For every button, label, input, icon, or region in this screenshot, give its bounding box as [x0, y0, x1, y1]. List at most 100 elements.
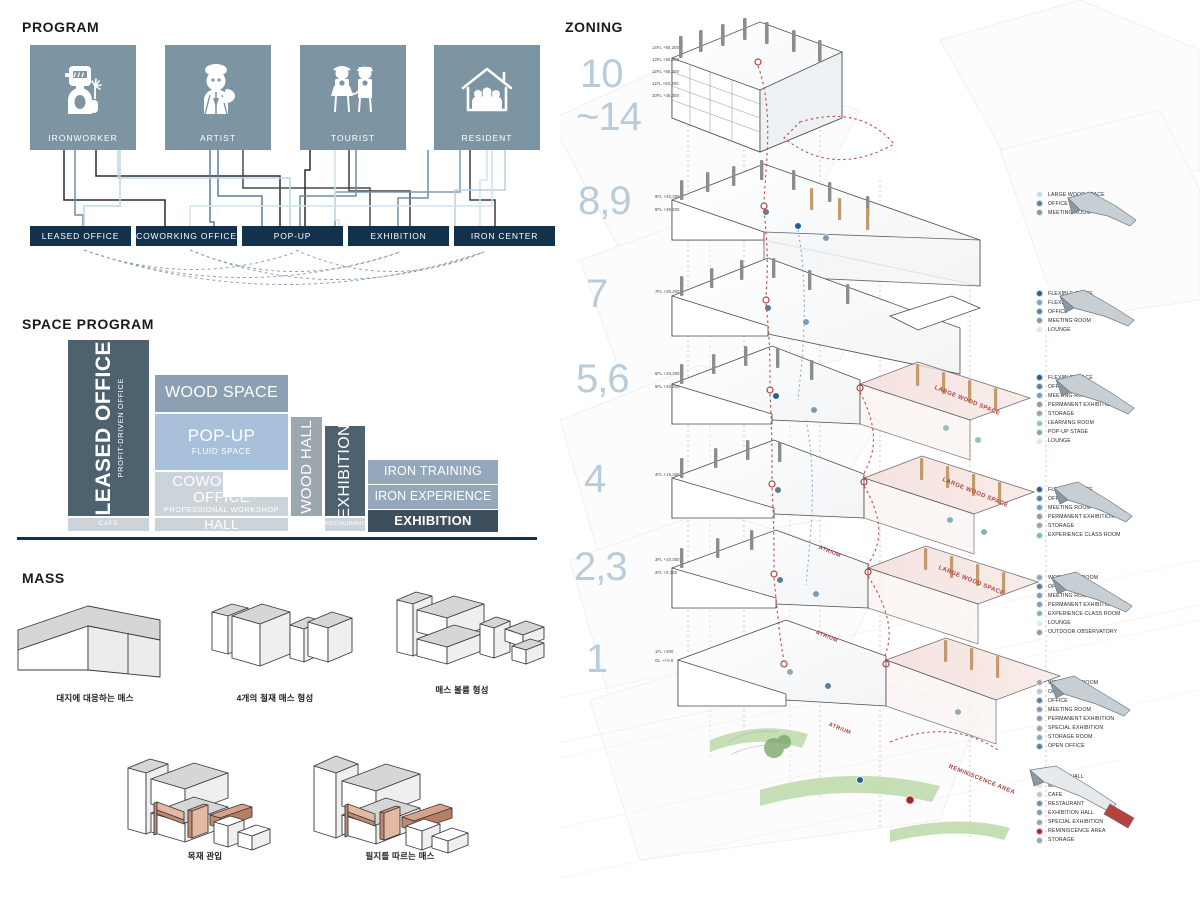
program-box-leased-office[interactable]: LEASED OFFICE [30, 226, 131, 246]
legend-color-dot-icon [1036, 791, 1043, 799]
zoning-legend-group-3: FLEXIBLE SPACE OFFICE MEETING ROOM PERMANEN… [1036, 373, 1114, 446]
legend-item[interactable]: PERMANENT EXHIBITION [1036, 400, 1114, 409]
legend-item[interactable]: STORAGE ROOM [1036, 733, 1114, 742]
legend-item[interactable]: OPEN STUDIO [1036, 687, 1114, 696]
legend-color-dot-icon [1036, 428, 1043, 436]
legend-item[interactable]: LOUNGE [1036, 437, 1114, 446]
zoning-legend-group-4: FLEXIBLE SPACE OFFICE MEETING ROOM PERMANEN… [1036, 485, 1121, 540]
legend-color-dot-icon [1036, 619, 1043, 627]
legend-item[interactable]: STORAGE [1036, 521, 1121, 530]
legend-item[interactable]: EXHIBITION HALL [1036, 808, 1106, 817]
mass-step-4-caption: 목재 관입 [187, 851, 223, 861]
level-tag: 7FL +30,300 [655, 289, 680, 294]
legend-label: LARGE WOOD SPACE [1048, 191, 1105, 198]
legend-color-dot-icon [1036, 697, 1043, 705]
legend-item[interactable]: OPEN OFFICE [1036, 742, 1114, 751]
level-tag: 11FL +50,300 [652, 81, 679, 86]
legend-item[interactable]: PERMANENT EXHIBITION [1036, 714, 1114, 723]
mass-diagram-grid: 대지에 대응하는 매스 4개의 철재 매스 형성 매스 볼륨 형성 목재 관입 … [0, 580, 560, 880]
legend-item[interactable]: WORKSHOP ROOM [1036, 573, 1121, 582]
program-box-iron-center[interactable]: IRON CENTER [454, 226, 555, 246]
legend-item[interactable]: OFFICE [1036, 696, 1114, 705]
sp-label-main: WOOD HALL [297, 419, 315, 514]
legend-item[interactable]: OFFICE [1036, 382, 1114, 391]
sp-label-main: CAFE [98, 520, 119, 528]
space-program-chart: LEASED OFFICE PROFIT-DRIVEN OFFICE WOOD … [0, 338, 560, 543]
mass-step-4-illustration [127, 758, 271, 851]
legend-item[interactable]: STORAGE [1036, 836, 1106, 845]
legend-item[interactable]: PERMANENT EXHIBITION [1036, 512, 1121, 521]
legend-item[interactable]: OFFICE [1036, 307, 1099, 316]
program-box-pop-up[interactable]: POP-UP [242, 226, 343, 246]
floor-number: 1 [586, 637, 608, 681]
legend-label: EXPERIENCE CLASS ROOM [1048, 532, 1121, 539]
legend-item[interactable]: MEETING ROOM [1036, 316, 1099, 325]
legend-item[interactable]: REMINISCENCE AREA [1036, 827, 1106, 836]
legend-color-dot-icon [1036, 800, 1043, 808]
mass-step-3-caption: 매스 볼륨 형성 [435, 685, 489, 695]
level-tag: 13FL +60,300 [652, 57, 680, 62]
legend-item[interactable]: EXPERIENCE CLASS ROOM [1036, 609, 1121, 618]
legend-label: EXHIBITION HALL [1048, 809, 1095, 816]
legend-item[interactable]: SPECIAL EXHIBITION [1036, 723, 1114, 732]
legend-item[interactable]: WORKSHOP ROOM [1036, 678, 1114, 687]
legend-label: LEARNING ROOM [1048, 420, 1095, 427]
sp-block-exhibition: EXHIBITION [325, 424, 365, 518]
mass-step-2: 4개의 철재 매스 형성 [190, 592, 360, 703]
legend-color-dot-icon [1036, 531, 1043, 539]
legend-item[interactable]: LEARNING ROOM [1036, 418, 1114, 427]
sp-label-main: LEASED OFFICE [91, 340, 115, 516]
program-box-exhibition[interactable]: EXHIBITION [348, 226, 449, 246]
program-box-coworking-office[interactable]: COWORKING OFFICE [136, 226, 237, 246]
legend-color-dot-icon [1036, 782, 1043, 790]
legend-label: OFFICE [1048, 583, 1068, 590]
legend-item[interactable]: OUTDOOR OBSERVATORY [1036, 628, 1121, 637]
legend-item[interactable]: FLEXIBLE SPACE [1036, 289, 1099, 298]
level-tag: 12FL +55,300 [652, 69, 680, 74]
legend-item[interactable]: RESTAURANT [1036, 799, 1106, 808]
sp-label-main: HALL [204, 516, 239, 532]
sp-label-main: RESTAURANT [325, 520, 365, 527]
sp-label-main: IRON EXPERIENCE [374, 489, 492, 504]
sp-block-pop-up: POP-UP FLUID SPACE [155, 414, 288, 470]
legend-item[interactable]: LOUNGE [1036, 618, 1121, 627]
legend-item[interactable]: SPECIAL EXHIBITION [1036, 817, 1106, 826]
legend-label: LOUNGE [1048, 438, 1071, 445]
level-tag: 9FL +40,300 [655, 194, 680, 199]
legend-item[interactable]: FLEXIBLE MADANG [1036, 298, 1099, 307]
legend-item[interactable]: MEETING ROOM [1036, 391, 1114, 400]
mass-step-1-illustration [17, 605, 161, 678]
legend-item[interactable]: MAIN HALL [1036, 781, 1106, 790]
legend-color-dot-icon [1036, 827, 1043, 835]
legend-item[interactable]: LARGE WOOD SPACE [1036, 190, 1105, 199]
legend-color-dot-icon [1036, 679, 1043, 687]
legend-item[interactable]: MEETING ROOM [1036, 591, 1121, 600]
legend-item[interactable]: MEETING ROOM [1036, 208, 1105, 217]
sp-coworking-notch [223, 472, 288, 497]
legend-label: OUTDOOR OBSERVATORY [1048, 629, 1118, 636]
legend-item[interactable]: STORAGE [1036, 409, 1114, 418]
program-box-row: LEASED OFFICE COWORKING OFFICE POP-UP EX… [30, 226, 555, 246]
zoning-legend-group-7: POP-UP HALL MAIN HALL CAFE RESTAURANT EXHIBI… [1036, 772, 1106, 845]
legend-item[interactable]: OFFICE [1036, 582, 1121, 591]
legend-item[interactable]: OFFICE [1036, 199, 1105, 208]
zoning-legend-group-1: LARGE WOOD SPACE OFFICE MEETING ROOM [1036, 190, 1105, 217]
mass-step-2-illustration [211, 603, 353, 667]
legend-color-dot-icon [1036, 574, 1043, 582]
legend-item[interactable]: MEETING ROOM [1036, 705, 1114, 714]
legend-item[interactable]: LOUNGE [1036, 325, 1099, 334]
zoning-legend-group-5: WORKSHOP ROOM OFFICE MEETING ROOM PERMANENT… [1036, 573, 1121, 637]
legend-item[interactable]: POP-UP HALL [1036, 772, 1106, 781]
floor-number: 5,6 [576, 357, 630, 401]
legend-item[interactable]: PERMANENT EXHIBITION [1036, 600, 1121, 609]
legend-item[interactable]: OFFICE [1036, 494, 1121, 503]
legend-item[interactable]: POP-UP STAGE [1036, 428, 1114, 437]
legend-item[interactable]: FLEXIBLE SPACE [1036, 485, 1121, 494]
legend-color-dot-icon [1036, 486, 1043, 494]
level-tag: 10FL +45,300 [652, 93, 680, 98]
legend-item[interactable]: CAFE [1036, 790, 1106, 799]
legend-item[interactable]: EXPERIENCE CLASS ROOM [1036, 530, 1121, 539]
legend-item[interactable]: FLEXIBLE SPACE [1036, 373, 1114, 382]
legend-item[interactable]: MEETING ROOM [1036, 503, 1121, 512]
legend-color-dot-icon [1036, 401, 1043, 409]
